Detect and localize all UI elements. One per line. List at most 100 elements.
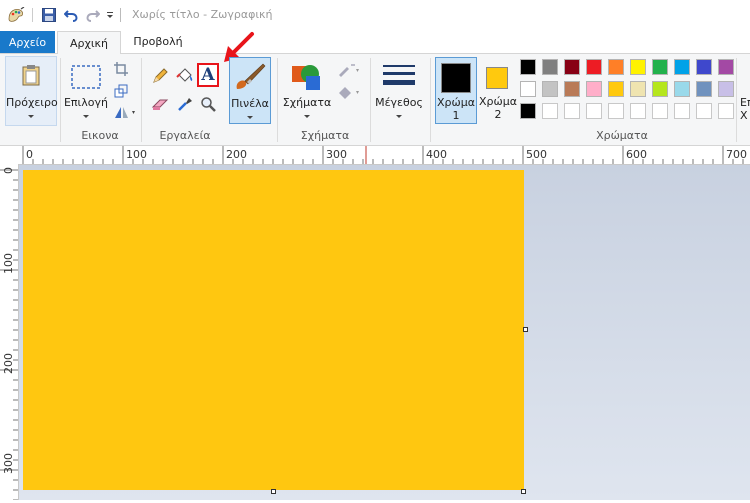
palette-swatch[interactable] [652, 59, 668, 75]
color1-label: Χρώμα [437, 96, 475, 109]
clipboard-icon [20, 63, 42, 87]
palette-custom-slot[interactable] [564, 103, 580, 119]
color1-number: 1 [452, 109, 460, 122]
palette-custom-slot[interactable] [696, 103, 712, 119]
shapes-caret[interactable] [304, 115, 310, 118]
select-label[interactable]: Επιλογή [62, 96, 110, 109]
color2-button[interactable]: Χρώμα 2 [478, 57, 518, 124]
select-icon[interactable] [70, 64, 102, 90]
text-tool-button[interactable]: A [197, 63, 219, 87]
palette-swatch[interactable] [696, 81, 712, 97]
fill-icon[interactable] [336, 84, 362, 100]
palette-custom-slot[interactable] [718, 103, 734, 119]
palette-swatch[interactable] [520, 103, 536, 119]
color2-swatch [486, 67, 508, 89]
shapes-icon[interactable] [289, 59, 325, 93]
palette-custom-slot[interactable] [608, 103, 624, 119]
clipboard-button[interactable]: Πρόχειρο [5, 56, 58, 126]
brushes-label: Πινέλα [231, 97, 269, 110]
palette-swatch[interactable] [718, 81, 734, 97]
palette-custom-slot[interactable] [674, 103, 690, 119]
palette-swatch[interactable] [564, 81, 580, 97]
clipboard-label: Πρόχειρο [6, 96, 58, 109]
palette-swatch[interactable] [520, 59, 536, 75]
palette-swatch[interactable] [674, 59, 690, 75]
title-separator [120, 8, 121, 22]
palette-swatch[interactable] [630, 81, 646, 97]
brush-icon [233, 61, 267, 93]
group-separator [430, 58, 431, 142]
palette-swatch[interactable] [520, 81, 536, 97]
palette-swatch[interactable] [608, 59, 624, 75]
file-menu-tab[interactable]: Αρχείο [0, 31, 55, 53]
resize-handle-right[interactable] [523, 327, 528, 332]
palette-swatch[interactable] [564, 59, 580, 75]
palette-custom-slot[interactable] [630, 103, 646, 119]
resize-handle-bottom[interactable] [271, 489, 276, 494]
color2-number: 2 [494, 108, 502, 121]
palette-swatch[interactable] [542, 81, 558, 97]
save-icon[interactable] [40, 6, 58, 24]
size-label[interactable]: Μέγεθος [372, 96, 426, 109]
eraser-icon[interactable] [151, 95, 171, 113]
pencil-icon[interactable] [151, 67, 169, 85]
palette-swatch[interactable] [586, 59, 602, 75]
palette-swatch[interactable] [718, 59, 734, 75]
crop-icon[interactable] [112, 61, 130, 77]
undo-icon[interactable] [62, 6, 80, 24]
select-caret[interactable] [83, 115, 89, 118]
drawing-canvas[interactable] [23, 170, 524, 490]
ruler-label: 100 [2, 253, 15, 274]
palette-custom-slot[interactable] [652, 103, 668, 119]
ruler-label: 600 [626, 148, 647, 161]
ruler-label: 700 [726, 148, 747, 161]
outline-icon[interactable] [336, 62, 362, 78]
group-separator [141, 58, 142, 142]
size-icon[interactable] [380, 62, 418, 92]
ribbon: Πρόχειρο Επιλογή Εικονα A Εργαλεία Πινέλ… [0, 32, 750, 146]
ruler-label: 400 [426, 148, 447, 161]
window-title: Χωρίς τίτλο - Ζωγραφική [132, 8, 273, 21]
palette-swatch[interactable] [630, 59, 646, 75]
color1-button[interactable]: Χρώμα 1 [435, 57, 477, 124]
edit-colors-label-line2[interactable]: Χ [740, 109, 750, 122]
ruler-label: 100 [126, 148, 147, 161]
ruler-label: 500 [526, 148, 547, 161]
customize-toolbar-icon[interactable] [104, 6, 116, 24]
palette-swatch[interactable] [608, 81, 624, 97]
shapes-label[interactable]: Σχήματα [282, 96, 332, 109]
palette-swatch[interactable] [674, 81, 690, 97]
group-separator [370, 58, 371, 142]
fill-bucket-icon[interactable] [175, 67, 195, 85]
ruler-label: 300 [2, 453, 15, 474]
palette-custom-slot[interactable] [542, 103, 558, 119]
color2-label: Χρώμα [479, 95, 517, 108]
tab-view[interactable]: Προβολή [126, 31, 190, 52]
tools-group-label: Εργαλεία [159, 129, 211, 142]
colors-group-label: Χρώματα [596, 129, 648, 142]
rotate-icon[interactable] [112, 104, 138, 120]
brushes-caret [247, 116, 253, 119]
palette-swatch[interactable] [652, 81, 668, 97]
redo-icon[interactable] [84, 6, 102, 24]
resize-handle-corner[interactable] [521, 489, 526, 494]
magnifier-icon[interactable] [198, 95, 218, 113]
brushes-button[interactable]: Πινέλα [229, 57, 271, 124]
tab-home[interactable]: Αρχική [57, 31, 121, 55]
paint-app-icon[interactable] [6, 6, 26, 24]
group-separator [60, 58, 61, 142]
palette-swatch[interactable] [696, 59, 712, 75]
ruler-vertical-ticks: 0 100 200 300 [0, 167, 18, 501]
resize-icon[interactable] [112, 83, 130, 99]
color-picker-icon[interactable] [175, 95, 195, 113]
clipboard-caret [28, 115, 34, 118]
edit-colors-label-line1[interactable]: Επ [740, 96, 750, 109]
group-separator [736, 58, 737, 142]
palette-swatch[interactable] [542, 59, 558, 75]
palette-swatch[interactable] [586, 81, 602, 97]
size-caret[interactable] [396, 115, 402, 118]
ruler-label: 0 [2, 167, 15, 174]
shapes-group-label: Σχήματα [300, 129, 350, 142]
palette-custom-slot[interactable] [586, 103, 602, 119]
title-bar: Χωρίς τίτλο - Ζωγραφική [0, 0, 750, 30]
